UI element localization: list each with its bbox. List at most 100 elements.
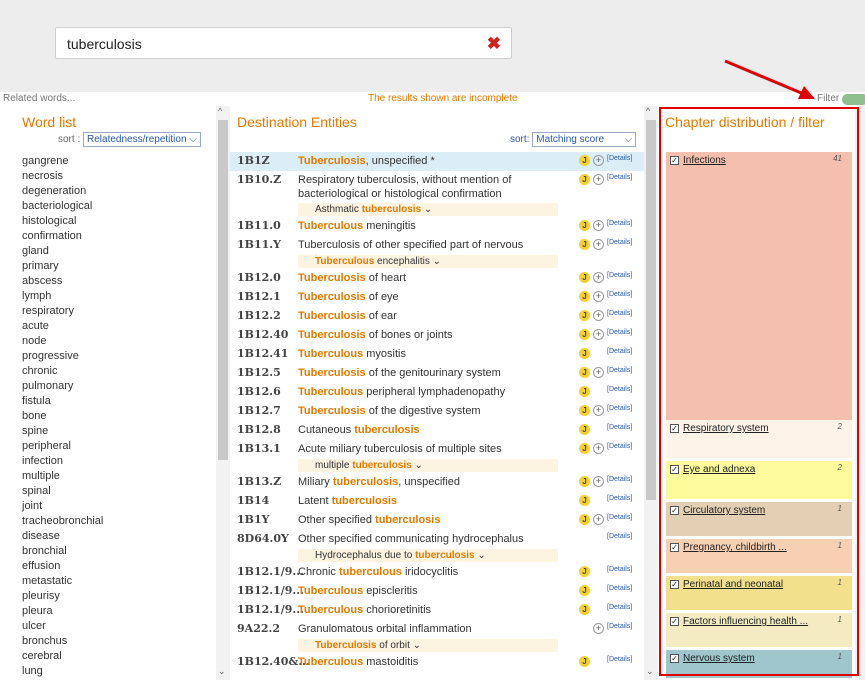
word-list-item[interactable]: ulcer (22, 619, 103, 634)
filter-toggle[interactable] (842, 94, 865, 105)
entity-title[interactable]: Respiratory tuberculosis, without mentio… (298, 173, 558, 201)
word-list-item[interactable]: pleura (22, 604, 103, 619)
table-row[interactable]: 1B11.0 Tuberculous meningitis J + [Details] (230, 217, 644, 236)
j-badge-icon[interactable]: J (579, 405, 590, 416)
j-badge-icon[interactable]: J (579, 220, 590, 231)
table-row[interactable]: 1B12.2 Tuberculosis of ear J + [Details] (230, 307, 644, 326)
word-list-item[interactable]: acute (22, 319, 103, 334)
entity-title[interactable]: Tuberculosis of the genitourinary system (298, 366, 558, 380)
word-list-item[interactable]: fistula (22, 394, 103, 409)
entity-code[interactable]: 1B12.1/9... (237, 584, 304, 597)
word-list-item[interactable]: degeneration (22, 184, 103, 199)
word-list-item[interactable]: necrosis (22, 169, 103, 184)
j-badge-icon[interactable]: J (579, 174, 590, 185)
entity-title[interactable]: Latent tuberculosis (298, 494, 558, 508)
entity-code[interactable]: 1B13.1 (237, 442, 281, 455)
word-list-item[interactable]: peripheral (22, 439, 103, 454)
details-link[interactable]: [Details] (607, 585, 632, 592)
j-badge-icon[interactable]: J (579, 272, 590, 283)
entity-code[interactable]: 1B10.Z (237, 173, 281, 186)
word-list-item[interactable]: joint (22, 499, 103, 514)
details-link[interactable]: [Details] (607, 310, 632, 317)
table-row[interactable]: 1B12.5 Tuberculosis of the genitourinary … (230, 364, 644, 383)
word-list-item[interactable]: chronic (22, 364, 103, 379)
entity-title[interactable]: Acute miliary tuberculosis of multiple s… (298, 442, 558, 456)
entity-title[interactable]: Tuberculosis of heart (298, 271, 558, 285)
j-badge-icon[interactable]: J (579, 348, 590, 359)
plus-circle-icon[interactable]: + (593, 623, 604, 634)
j-badge-icon[interactable]: J (579, 566, 590, 577)
matched-synonym[interactable]: multiple tuberculosis ⌄ (298, 459, 558, 472)
j-badge-icon[interactable]: J (579, 386, 590, 397)
table-row[interactable]: 1B1Z Tuberculosis, unspecified * J + [Detail… (230, 152, 644, 171)
details-link[interactable]: [Details] (607, 155, 632, 162)
entity-title[interactable]: Tuberculosis of eye (298, 290, 558, 304)
j-badge-icon[interactable]: J (579, 310, 590, 321)
word-list-item[interactable]: lymph (22, 289, 103, 304)
details-link[interactable]: [Details] (607, 386, 632, 393)
entity-code[interactable]: 1B11.Y (237, 238, 281, 251)
details-link[interactable]: [Details] (607, 291, 632, 298)
entity-title[interactable]: Chronic tuberculous iridocyclitis (298, 565, 558, 579)
table-row[interactable]: 1B12.40 Tuberculosis of bones or joints J +… (230, 326, 644, 345)
word-list-item[interactable]: node (22, 334, 103, 349)
j-badge-icon[interactable]: J (579, 424, 590, 435)
table-row[interactable]: 1B12.1/9... Tuberculous episcleritis J [Det… (230, 582, 644, 601)
details-link[interactable]: [Details] (607, 405, 632, 412)
word-list-item[interactable]: histological (22, 214, 103, 229)
table-row[interactable]: 1B12.1/9... Chronic tuberculous iridocycl… (230, 563, 644, 582)
table-row[interactable]: 1B10.Z Respiratory tuberculosis, without … (230, 171, 644, 217)
details-link[interactable]: [Details] (607, 174, 632, 181)
word-list-item[interactable]: gland (22, 244, 103, 259)
j-badge-icon[interactable]: J (579, 329, 590, 340)
j-badge-icon[interactable]: J (579, 604, 590, 615)
entity-title[interactable]: Miliary tuberculosis, unspecified (298, 475, 558, 489)
details-link[interactable]: [Details] (607, 656, 632, 663)
matched-synonym[interactable]: Tuberculous encephalitis ⌄ (298, 255, 558, 268)
j-badge-icon[interactable]: J (579, 495, 590, 506)
details-link[interactable]: [Details] (607, 623, 632, 630)
entity-title[interactable]: Tuberculosis of bones or joints (298, 328, 558, 342)
search-input[interactable]: tuberculosis ✖ (55, 27, 512, 59)
entity-title[interactable]: Granulomatous orbital inflammation (298, 622, 558, 636)
details-link[interactable]: [Details] (607, 514, 632, 521)
table-row[interactable]: 9A22.2 Granulomatous orbital inflammation… (230, 620, 644, 653)
entity-title[interactable]: Tuberculosis of ear (298, 309, 558, 323)
entity-title[interactable]: Other specified communicating hydrocepha… (298, 532, 558, 546)
word-list-item[interactable]: pulmonary (22, 379, 103, 394)
plus-circle-icon[interactable]: + (593, 272, 604, 283)
plus-circle-icon[interactable]: + (593, 514, 604, 525)
word-list-item[interactable]: disease (22, 529, 103, 544)
word-list-item[interactable]: gangrene (22, 154, 103, 169)
entity-title[interactable]: Tuberculous peripheral lymphadenopathy (298, 385, 558, 399)
plus-circle-icon[interactable]: + (593, 443, 604, 454)
matched-synonym[interactable]: Asthmatic tuberculosis ⌄ (298, 203, 558, 216)
table-row[interactable]: 1B12.8 Cutaneous tuberculosis J [Details] (230, 421, 644, 440)
j-badge-icon[interactable]: J (579, 656, 590, 667)
entity-title[interactable]: Tuberculous mastoiditis (298, 655, 558, 669)
plus-circle-icon[interactable]: + (593, 174, 604, 185)
plus-circle-icon[interactable]: + (593, 291, 604, 302)
table-row[interactable]: 1B12.1/9... Tuberculous chorioretinitis J [… (230, 601, 644, 620)
entity-title[interactable]: Other specified tuberculosis (298, 513, 558, 527)
word-list-item[interactable]: primary (22, 259, 103, 274)
word-list-item[interactable]: multiple (22, 469, 103, 484)
entity-code[interactable]: 1B13.Z (237, 475, 281, 488)
table-row[interactable]: 1B12.7 Tuberculosis of the digestive syst… (230, 402, 644, 421)
destination-scrollbar[interactable]: ^ ⌄ (644, 106, 658, 680)
table-row[interactable]: 1B13.1 Acute miliary tuberculosis of mult… (230, 440, 644, 473)
details-link[interactable]: [Details] (607, 220, 632, 227)
details-link[interactable]: [Details] (607, 443, 632, 450)
entity-title[interactable]: Tuberculosis of the digestive system (298, 404, 558, 418)
word-sort-select[interactable]: Relatedness/repetition ⌵ (83, 132, 201, 147)
entity-code[interactable]: 1B12.1 (237, 290, 281, 303)
details-link[interactable]: [Details] (607, 495, 632, 502)
word-list-item[interactable]: abscess (22, 274, 103, 289)
entity-code[interactable]: 1B1Z (237, 154, 270, 167)
entity-code[interactable]: 9A22.2 (237, 622, 280, 635)
details-link[interactable]: [Details] (607, 329, 632, 336)
j-badge-icon[interactable]: J (579, 367, 590, 378)
word-list-item[interactable]: effusion (22, 559, 103, 574)
scroll-thumb[interactable] (218, 120, 228, 460)
entity-code[interactable]: 1B12.6 (237, 385, 281, 398)
